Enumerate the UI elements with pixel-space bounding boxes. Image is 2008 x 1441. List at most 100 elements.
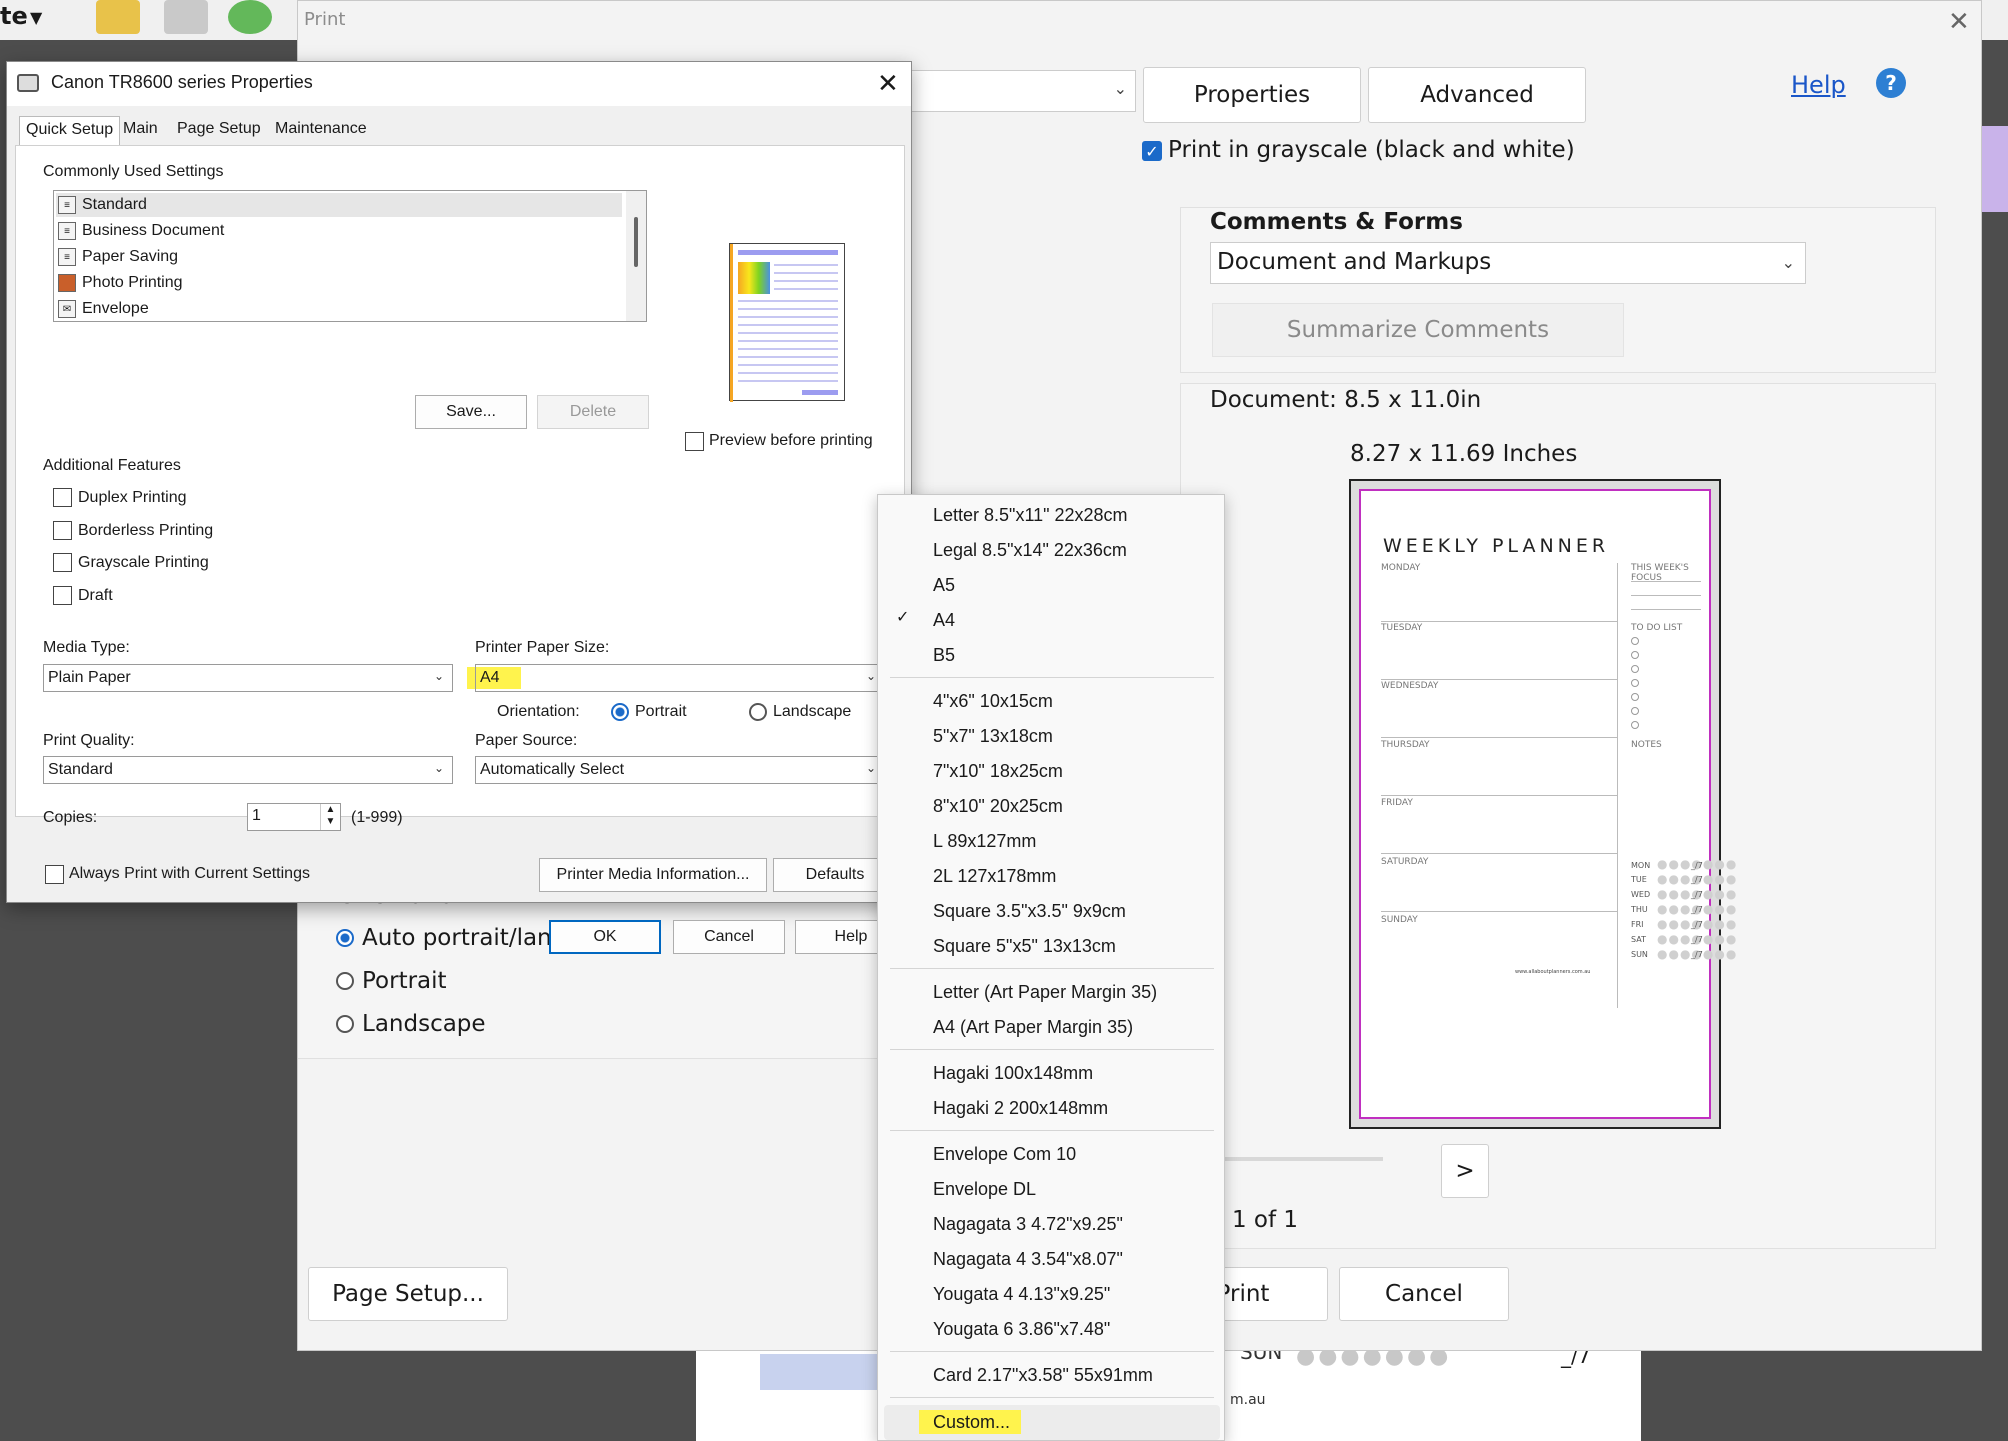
grayscale-label: Print in grayscale (black and white) <box>1168 137 1575 163</box>
list-item-standard[interactable]: ≡ Standard <box>58 192 147 218</box>
comments-select[interactable]: Document and Markups ⌄ <box>1210 242 1806 284</box>
dropdown-option[interactable]: Square 5"x5" 13x13cm <box>878 929 1224 964</box>
advanced-button[interactable]: Advanced <box>1368 67 1586 123</box>
help-link[interactable]: Help <box>1791 71 1846 99</box>
dropdown-option[interactable]: A5 <box>878 568 1224 603</box>
dropdown-option[interactable]: 7"x10" 18x25cm <box>878 754 1224 789</box>
paper-source-select[interactable]: Automatically Select ⌄ <box>475 756 885 784</box>
dropdown-option[interactable]: Square 3.5"x3.5" 9x9cm <box>878 894 1224 929</box>
dropdown-option[interactable]: 2L 127x178mm <box>878 859 1224 894</box>
media-type-label: Media Type: <box>43 639 130 656</box>
chevron-down-icon: ⌄ <box>1113 79 1127 98</box>
portrait-radio[interactable]: Portrait <box>611 703 687 721</box>
help-icon[interactable]: ? <box>1876 68 1906 98</box>
planner-day: TUESDAY <box>1381 623 1423 633</box>
ok-button[interactable]: OK <box>549 920 661 954</box>
planner-day: WEDNESDAY <box>1381 681 1439 691</box>
printer-properties-dialog: Canon TR8600 series Properties ✕ Quick S… <box>6 61 912 954</box>
checkbox[interactable] <box>53 521 72 540</box>
separator <box>890 968 1214 969</box>
always-print-checkbox[interactable] <box>45 865 64 884</box>
commonly-used-list[interactable]: ≡ Standard ≡ Business Document ≡ Paper S… <box>53 190 647 322</box>
dropdown-option-custom[interactable]: Custom... <box>878 1405 1224 1440</box>
open-folder-icon[interactable] <box>96 0 140 34</box>
printer-media-info-button[interactable]: Printer Media Information... <box>539 858 767 892</box>
feature-duplex[interactable]: Duplex Printing <box>53 488 187 507</box>
preview-before-printing-checkbox[interactable] <box>685 432 704 451</box>
menu-fragment[interactable]: te <box>0 2 28 30</box>
properties-button[interactable]: Properties <box>1143 67 1361 123</box>
list-item-label: Paper Saving <box>82 248 179 265</box>
save-button[interactable]: Save... <box>415 395 527 429</box>
close-icon[interactable]: ✕ <box>877 68 899 99</box>
list-item-paper-saving[interactable]: ≡ Paper Saving <box>58 244 178 270</box>
dropdown-option-selected[interactable]: A4 <box>878 603 1224 638</box>
printer-select[interactable]: ⌄ <box>878 70 1136 112</box>
dropdown-option[interactable]: B5 <box>878 638 1224 673</box>
checkbox[interactable] <box>53 553 72 572</box>
spin-arrows-icon[interactable]: ▲ ▼ <box>320 804 340 830</box>
copies-stepper[interactable]: 1 ▲ ▼ <box>247 803 341 831</box>
document-icon: ≡ <box>58 248 76 266</box>
chevron-down-icon[interactable]: ▼ <box>30 8 42 27</box>
dropdown-option[interactable]: 8"x10" 20x25cm <box>878 789 1224 824</box>
dropdown-option[interactable]: Nagagata 4 3.54"x8.07" <box>878 1242 1224 1277</box>
list-item-label: Business Document <box>82 222 225 239</box>
printer-paper-size-select[interactable]: A4 ⌄ <box>475 664 885 692</box>
paper-size-dropdown[interactable]: ✓ Letter 8.5"x11" 22x28cm Legal 8.5"x14"… <box>877 494 1225 1441</box>
cancel-button[interactable]: Cancel <box>1339 1267 1509 1321</box>
dropdown-option[interactable]: Letter (Art Paper Margin 35) <box>878 975 1224 1010</box>
dropdown-option[interactable]: Legal 8.5"x14" 22x36cm <box>878 533 1224 568</box>
dropdown-option[interactable]: 5"x7" 13x18cm <box>878 719 1224 754</box>
checkbox[interactable] <box>53 586 72 605</box>
feature-label: Grayscale Printing <box>78 553 209 571</box>
upload-icon[interactable] <box>228 0 272 34</box>
page-setup-button[interactable]: Page Setup... <box>308 1267 508 1321</box>
habit-suffix: _/7 <box>1691 920 1703 929</box>
dropdown-option[interactable]: L 89x127mm <box>878 824 1224 859</box>
dropdown-option[interactable]: Yougata 6 3.86"x7.48" <box>878 1312 1224 1347</box>
printer-icon <box>17 74 39 92</box>
list-item-business[interactable]: ≡ Business Document <box>58 218 224 244</box>
save-icon[interactable] <box>164 0 208 34</box>
tab-quick-setup[interactable]: Quick Setup <box>19 116 121 146</box>
feature-grayscale[interactable]: Grayscale Printing <box>53 553 209 572</box>
orientation-portrait-option[interactable]: Portrait <box>336 968 447 994</box>
media-type-select[interactable]: Plain Paper ⌄ <box>43 664 453 692</box>
list-item-envelope[interactable]: ✉ Envelope <box>58 296 149 322</box>
orientation-landscape-option[interactable]: Landscape <box>336 1011 486 1037</box>
dropdown-option[interactable]: 4"x6" 10x15cm <box>878 684 1224 719</box>
feature-borderless[interactable]: Borderless Printing <box>53 521 213 540</box>
dropdown-option[interactable]: Letter 8.5"x11" 22x28cm <box>878 498 1224 533</box>
tab-page-setup[interactable]: Page Setup <box>171 116 267 144</box>
print-quality-select[interactable]: Standard ⌄ <box>43 756 453 784</box>
dropdown-option[interactable]: Envelope Com 10 <box>878 1137 1224 1172</box>
summarize-comments-button[interactable]: Summarize Comments <box>1212 303 1624 357</box>
dropdown-option[interactable]: Hagaki 2 200x148mm <box>878 1091 1224 1126</box>
close-icon[interactable]: ✕ <box>1948 7 1970 37</box>
dropdown-option[interactable]: A4 (Art Paper Margin 35) <box>878 1010 1224 1045</box>
list-item-photo[interactable]: Photo Printing <box>58 270 183 296</box>
dropdown-option[interactable]: Nagagata 3 4.72"x9.25" <box>878 1207 1224 1242</box>
delete-button[interactable]: Delete <box>537 395 649 429</box>
feature-draft[interactable]: Draft <box>53 586 113 605</box>
dropdown-option[interactable]: Yougata 4 4.13"x9.25" <box>878 1277 1224 1312</box>
checkbox[interactable] <box>53 488 72 507</box>
scrollbar-thumb[interactable] <box>634 217 638 267</box>
grayscale-checkbox[interactable]: ✓ <box>1142 141 1162 161</box>
cancel-button[interactable]: Cancel <box>673 920 785 954</box>
chevron-down-icon: ⌄ <box>433 669 444 683</box>
todo-circle <box>1631 693 1639 701</box>
landscape-radio[interactable]: Landscape <box>749 703 851 721</box>
habit-suffix: _/7 <box>1691 890 1703 899</box>
dropdown-option[interactable]: Card 2.17"x3.58" 55x91mm <box>878 1358 1224 1393</box>
planner-day: SATURDAY <box>1381 857 1429 867</box>
dropdown-option[interactable]: Envelope DL <box>878 1172 1224 1207</box>
next-page-button[interactable]: > <box>1441 1144 1489 1198</box>
tab-maintenance[interactable]: Maintenance <box>269 116 373 144</box>
orientation-label: Orientation: <box>497 703 580 720</box>
tab-main[interactable]: Main <box>117 116 164 144</box>
scrollbar[interactable] <box>626 191 646 321</box>
dropdown-option[interactable]: Hagaki 100x148mm <box>878 1056 1224 1091</box>
planner-title: WEEKLY PLANNER <box>1383 535 1610 557</box>
